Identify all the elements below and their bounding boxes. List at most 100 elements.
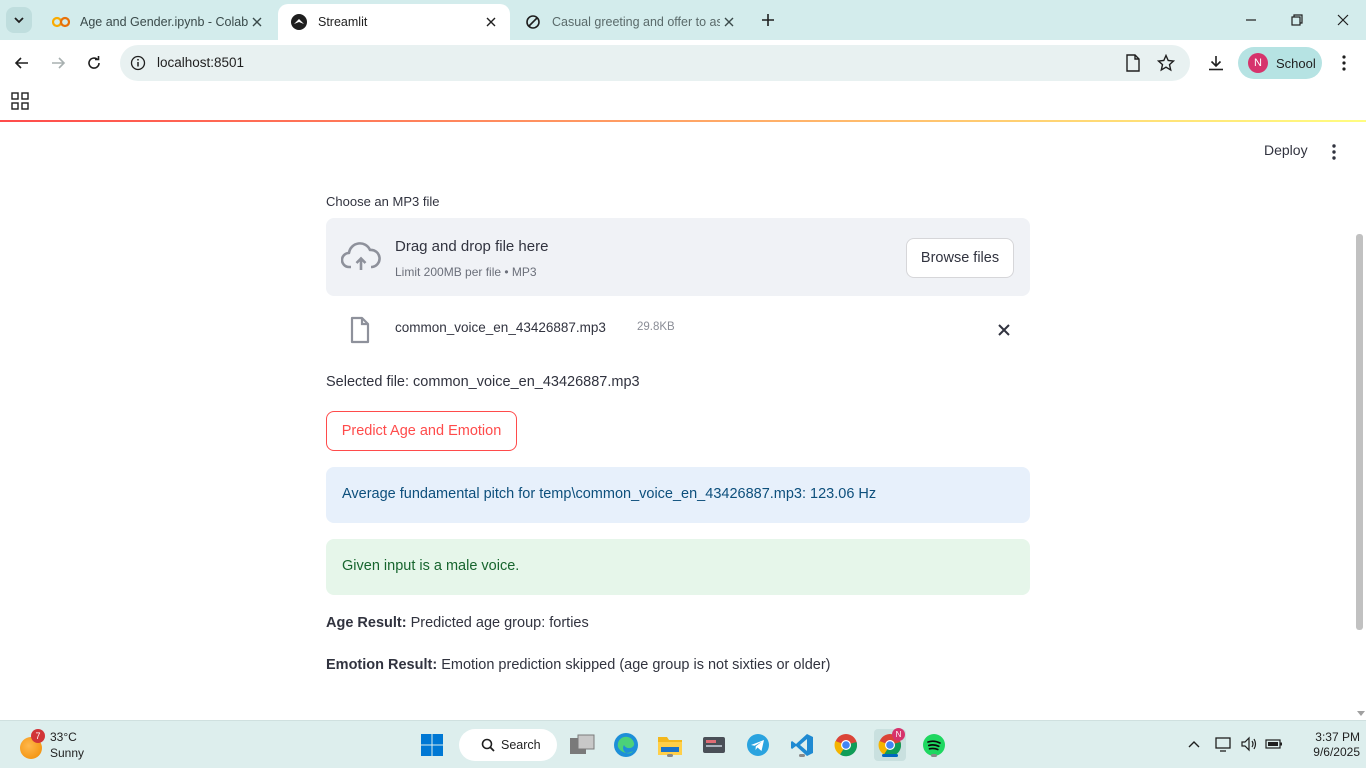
taskbar-vscode[interactable]	[786, 729, 818, 761]
running-indicator	[931, 754, 937, 757]
minimize-button[interactable]	[1228, 0, 1274, 40]
close-icon	[1337, 14, 1349, 26]
tab-streamlit[interactable]: Streamlit	[278, 4, 510, 40]
profile-name: School	[1276, 55, 1316, 71]
tab-title: Age and Gender.ipynb - Colab	[80, 15, 248, 29]
clock-date: 9/6/2025	[1313, 745, 1360, 759]
cloud-upload-icon	[341, 242, 381, 270]
tab-title: Casual greeting and offer to ass	[552, 15, 720, 29]
telegram-icon	[747, 734, 769, 756]
start-button[interactable]	[416, 729, 448, 761]
gender-success-alert: Given input is a male voice.	[326, 539, 1030, 595]
predict-age-emotion-button[interactable]: Predict Age and Emotion	[326, 411, 517, 451]
tab-search-button[interactable]	[6, 7, 32, 33]
task-view-button[interactable]	[566, 729, 598, 761]
main-menu-button[interactable]	[1322, 140, 1346, 164]
close-tab-icon[interactable]	[248, 13, 266, 31]
weather-condition: Sunny	[50, 746, 85, 760]
tab-title: Streamlit	[318, 15, 368, 29]
page-scrollbar[interactable]	[1356, 234, 1363, 630]
browser-toolbar: localhost:8501 N School	[0, 40, 1366, 86]
edge-icon	[614, 733, 638, 757]
taskbar-edge[interactable]	[610, 729, 642, 761]
display-tray-button[interactable]	[1215, 735, 1233, 753]
reload-button[interactable]	[79, 48, 109, 78]
volume-button[interactable]	[1240, 735, 1258, 753]
battery-button[interactable]	[1265, 735, 1283, 753]
taskbar-chrome-profile[interactable]: N	[874, 728, 906, 761]
search-icon	[481, 738, 495, 752]
dropzone-limit-text: Limit 200MB per file • MP3	[395, 265, 537, 279]
arrow-left-icon	[14, 57, 28, 69]
selected-file-text: Selected file: common_voice_en_43426887.…	[326, 374, 640, 390]
streamlit-app: Deploy Choose an MP3 file Drag and drop …	[0, 122, 1366, 720]
weather-widget[interactable]: 7 33°C Sunny	[18, 729, 138, 763]
speaker-icon	[1241, 736, 1257, 752]
close-tab-icon[interactable]	[482, 13, 500, 31]
kebab-menu-icon	[1332, 144, 1336, 160]
plus-icon	[762, 14, 774, 26]
kebab-menu-icon	[1342, 55, 1346, 71]
streamlit-icon	[290, 13, 308, 31]
avatar: N	[1248, 53, 1268, 73]
close-tab-icon[interactable]	[720, 13, 738, 31]
download-icon	[1209, 56, 1223, 71]
tab-chatgpt[interactable]: Casual greeting and offer to ass	[512, 4, 748, 40]
chevron-down-icon	[14, 17, 24, 24]
colab-icon	[52, 13, 70, 31]
terminal-icon	[703, 737, 725, 753]
chevron-up-icon	[1188, 741, 1200, 748]
file-uploader-label: Choose an MP3 file	[326, 194, 440, 209]
taskbar-telegram[interactable]	[742, 729, 774, 761]
windows-logo-icon	[421, 734, 443, 756]
emotion-result-label: Emotion Result:	[326, 657, 438, 673]
restore-icon	[1291, 14, 1303, 26]
page-icon[interactable]	[1123, 53, 1143, 73]
scroll-down-arrow[interactable]	[1357, 711, 1365, 716]
pitch-info-alert: Average fundamental pitch for temp\commo…	[326, 467, 1030, 523]
weather-temperature: 33°C	[50, 730, 77, 744]
tab-colab[interactable]: Age and Gender.ipynb - Colab	[40, 4, 276, 40]
taskbar-search[interactable]: Search	[459, 729, 557, 761]
emotion-result-value: Emotion prediction skipped (age group is…	[441, 657, 831, 673]
system-clock[interactable]: 3:37 PM 9/6/2025	[1290, 730, 1360, 760]
address-bar[interactable]: localhost:8501	[120, 45, 1190, 81]
browser-menu-button[interactable]	[1329, 48, 1359, 78]
battery-icon	[1265, 739, 1282, 749]
tab-strip: Age and Gender.ipynb - Colab Streamlit C…	[0, 0, 1366, 40]
show-hidden-icons-button[interactable]	[1185, 735, 1203, 753]
age-result-value: Predicted age group: forties	[410, 615, 589, 631]
restore-button[interactable]	[1274, 0, 1320, 40]
uploaded-file-size: 29.8KB	[637, 321, 675, 333]
file-dropzone[interactable]: Drag and drop file here Limit 200MB per …	[326, 218, 1030, 296]
deploy-button[interactable]: Deploy	[1254, 138, 1318, 162]
new-tab-button[interactable]	[756, 8, 780, 32]
taskbar-chrome[interactable]	[830, 729, 862, 761]
close-icon	[998, 324, 1010, 336]
folder-icon	[658, 737, 682, 755]
reload-icon	[88, 56, 100, 69]
browse-files-button[interactable]: Browse files	[906, 238, 1014, 278]
running-indicator	[799, 754, 805, 757]
minimize-icon	[1246, 19, 1256, 21]
chrome-icon	[834, 734, 858, 757]
url-text: localhost:8501	[157, 55, 245, 70]
downloads-button[interactable]	[1201, 48, 1231, 78]
uploaded-file-name: common_voice_en_43426887.mp3	[395, 320, 606, 335]
clock-time: 3:37 PM	[1315, 730, 1360, 744]
close-window-button[interactable]	[1320, 0, 1366, 40]
arrow-right-icon	[52, 57, 66, 69]
taskbar-spotify[interactable]	[918, 729, 950, 761]
forward-button[interactable]	[43, 48, 73, 78]
apps-grid-icon[interactable]	[11, 92, 29, 110]
remove-file-button[interactable]	[992, 318, 1016, 342]
taskbar-file-explorer[interactable]	[654, 729, 686, 761]
taskbar-app-terminal[interactable]	[698, 729, 730, 761]
notification-badge: 7	[31, 729, 45, 743]
bookmark-star-icon[interactable]	[1156, 53, 1176, 73]
back-button[interactable]	[7, 48, 37, 78]
site-info-icon[interactable]	[128, 53, 148, 73]
age-result-label: Age Result:	[326, 615, 407, 631]
running-indicator	[667, 754, 673, 757]
profile-button[interactable]: N School	[1238, 47, 1322, 79]
